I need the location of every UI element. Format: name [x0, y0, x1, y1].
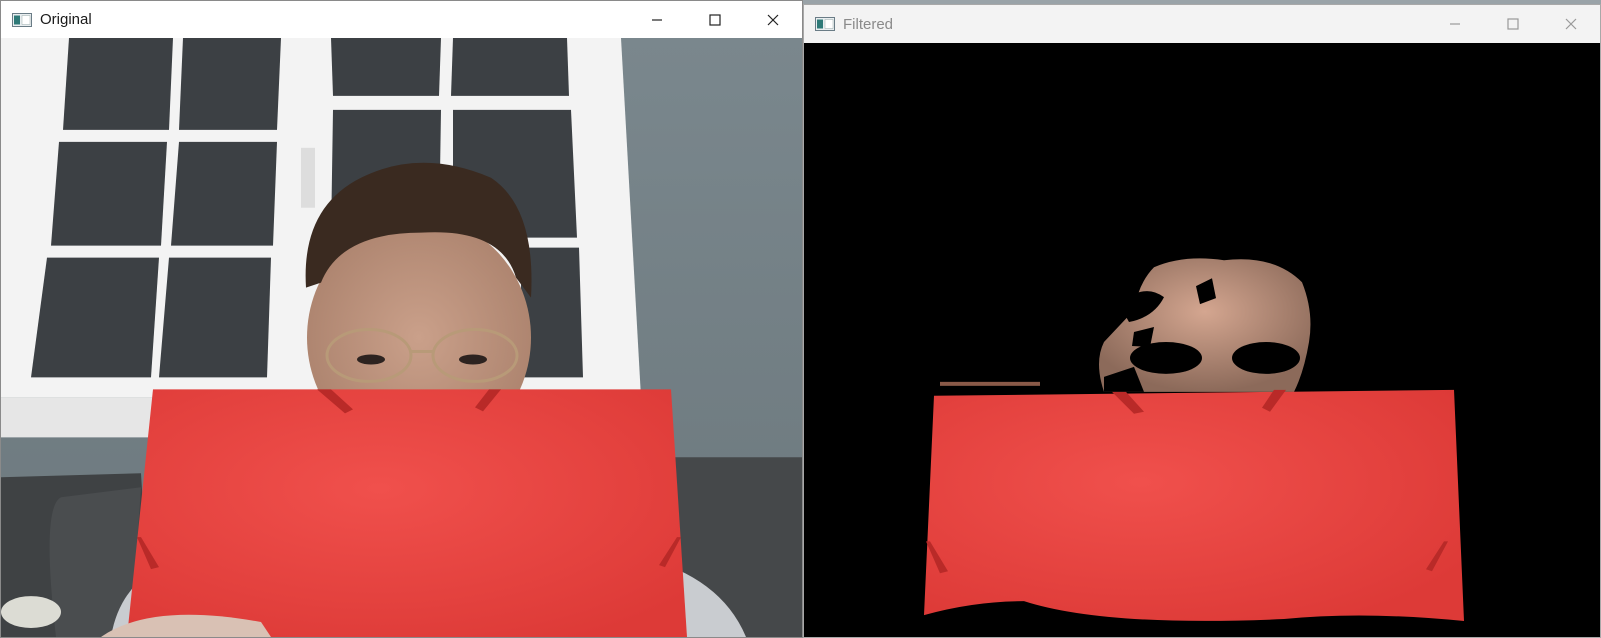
- filtered-video-frame: [804, 43, 1600, 637]
- filtered-titlebar[interactable]: Filtered: [804, 5, 1600, 43]
- original-window[interactable]: Original: [0, 0, 803, 638]
- window-controls: [1426, 5, 1600, 43]
- camera-window-icon: [12, 12, 32, 27]
- filtered-mask-image: [804, 43, 1600, 637]
- maximize-button[interactable]: [686, 1, 744, 38]
- minimize-button[interactable]: [1426, 5, 1484, 43]
- window-title: Filtered: [843, 15, 894, 33]
- maximize-button[interactable]: [1484, 5, 1542, 43]
- webcam-image: [1, 38, 802, 637]
- minimize-icon: [652, 18, 662, 21]
- window-controls: [628, 1, 802, 38]
- minimize-button[interactable]: [628, 1, 686, 38]
- red-folder-mask: [924, 389, 1464, 622]
- close-icon: [1565, 18, 1577, 30]
- camera-window-icon: [815, 17, 835, 31]
- maximize-icon: [709, 13, 721, 26]
- minimize-icon: [1450, 23, 1460, 25]
- red-folder: [127, 389, 687, 637]
- filtered-window[interactable]: Filtered: [803, 4, 1601, 638]
- original-titlebar[interactable]: Original: [1, 1, 802, 38]
- close-button[interactable]: [1542, 5, 1600, 43]
- close-button[interactable]: [744, 1, 802, 38]
- maximize-icon: [1507, 18, 1519, 30]
- original-video-frame: [1, 38, 802, 637]
- window-title: Original: [40, 11, 92, 28]
- close-icon: [767, 14, 779, 25]
